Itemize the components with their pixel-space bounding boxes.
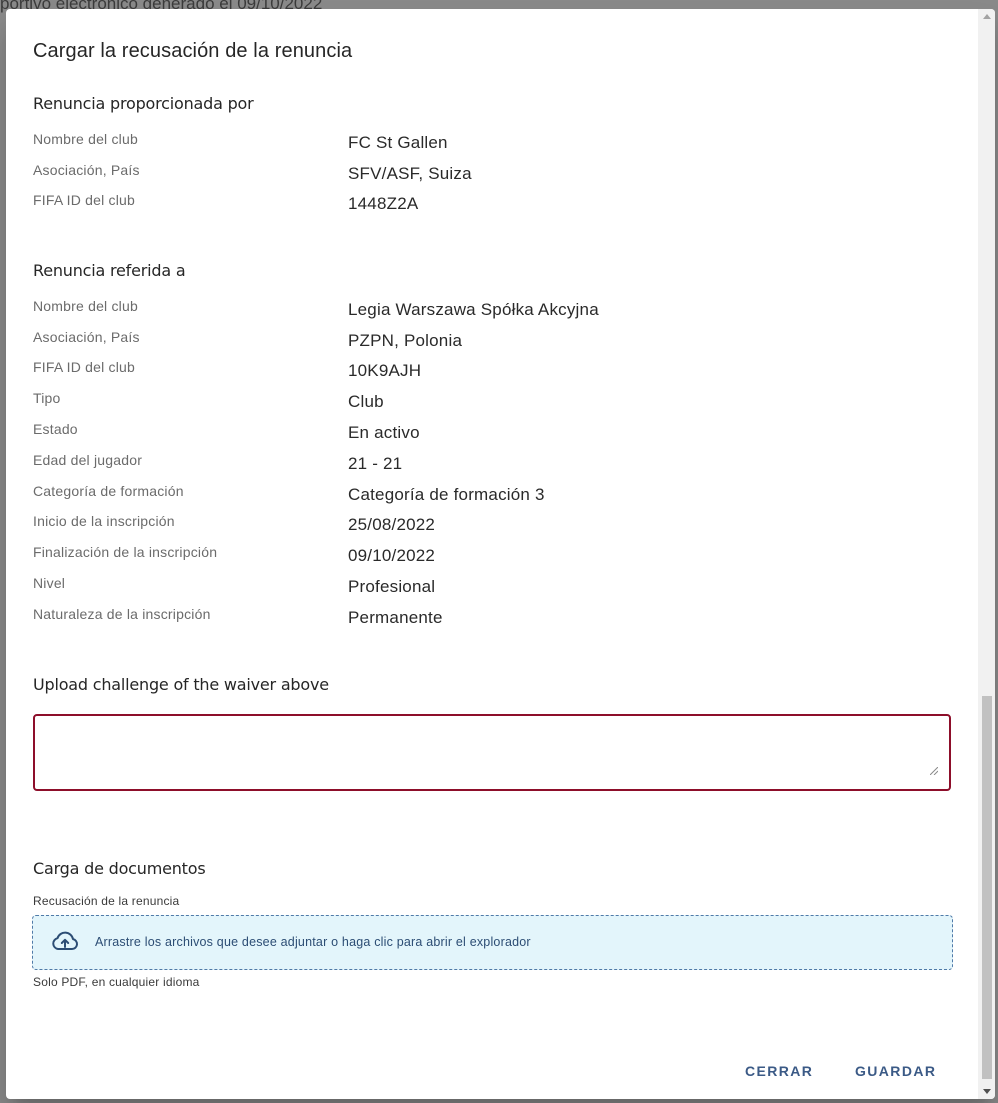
document-hint: Solo PDF, en cualquier idioma [33,975,200,989]
info-row: FIFA ID del club 10K9AJH [33,359,933,383]
info-value: SFV/ASF, Suiza [348,164,472,183]
info-row: Naturaleza de la inscripción Permanente [33,606,933,630]
save-button[interactable]: GUARDAR [849,1057,942,1085]
info-label: Nombre del club [33,131,138,147]
dialog-title: Cargar la recusación de la renuncia [33,40,353,62]
info-label: Naturaleza de la inscripción [33,606,211,622]
info-value: Profesional [348,577,436,596]
resize-grip-icon[interactable] [930,767,938,775]
info-label: Asociación, País [33,162,140,178]
info-value: 25/08/2022 [348,515,436,534]
upload-waiver-challenge-dialog: Cargar la recusación de la renuncia Renu… [6,9,995,1099]
info-label: FIFA ID del club [33,192,136,208]
info-row: Edad del jugador 21 - 21 [33,452,933,476]
info-label: FIFA ID del club [33,359,136,375]
document-field-label: Recusación de la renuncia [33,894,180,908]
info-label: Estado [33,421,78,437]
info-label: Finalización de la inscripción [33,544,218,560]
scrollbar-thumb[interactable] [982,696,992,1079]
info-row: Inicio de la inscripción 25/08/2022 [33,513,933,537]
scroll-up-icon[interactable] [983,14,991,19]
info-value: 09/10/2022 [348,546,436,565]
info-value: En activo [348,423,420,442]
info-value: Permanente [348,608,443,627]
cloud-upload-icon [52,931,78,950]
info-label: Tipo [33,390,61,406]
info-row: Categoría de formación Categoría de form… [33,483,933,507]
info-row: Asociación, País SFV/ASF, Suiza [33,162,933,186]
info-row: Nivel Profesional [33,575,933,599]
info-value: Categoría de formación 3 [348,485,545,504]
info-value: PZPN, Polonia [348,331,463,350]
info-label: Edad del jugador [33,452,143,468]
dialog-scrollbar[interactable] [978,9,995,1099]
section-heading-referred-to: Renuncia referida a [33,261,186,280]
info-label: Inicio de la inscripción [33,513,175,529]
info-value: FC St Gallen [348,133,448,152]
challenge-textarea[interactable] [33,714,951,791]
info-row: Finalización de la inscripción 09/10/202… [33,544,933,568]
info-row: Nombre del club FC St Gallen [33,131,933,155]
info-value: 10K9AJH [348,361,422,380]
info-label: Nombre del club [33,298,138,314]
info-label: Asociación, País [33,329,140,345]
info-label: Categoría de formación [33,483,184,499]
info-row: Nombre del club Legia Warszawa Spółka Ak… [33,298,933,322]
info-value: Club [348,392,384,411]
info-row: Asociación, País PZPN, Polonia [33,329,933,353]
info-row: Estado En activo [33,421,933,445]
section-heading-documents: Carga de documentos [33,859,206,878]
info-value: Legia Warszawa Spółka Akcyjna [348,300,599,319]
scroll-down-icon[interactable] [983,1089,991,1094]
close-button[interactable]: CERRAR [739,1057,819,1085]
info-row: FIFA ID del club 1448Z2A [33,192,933,216]
info-label: Nivel [33,575,66,591]
dropzone-text: Arrastre los archivos que desee adjuntar… [95,935,531,949]
section-heading-provided-by: Renuncia proporcionada por [33,94,254,113]
info-value: 21 - 21 [348,454,403,473]
info-value: 1448Z2A [348,194,419,213]
section-heading-challenge: Upload challenge of the waiver above [33,675,329,694]
info-row: Tipo Club [33,390,933,414]
file-dropzone[interactable]: Arrastre los archivos que desee adjuntar… [32,915,953,970]
